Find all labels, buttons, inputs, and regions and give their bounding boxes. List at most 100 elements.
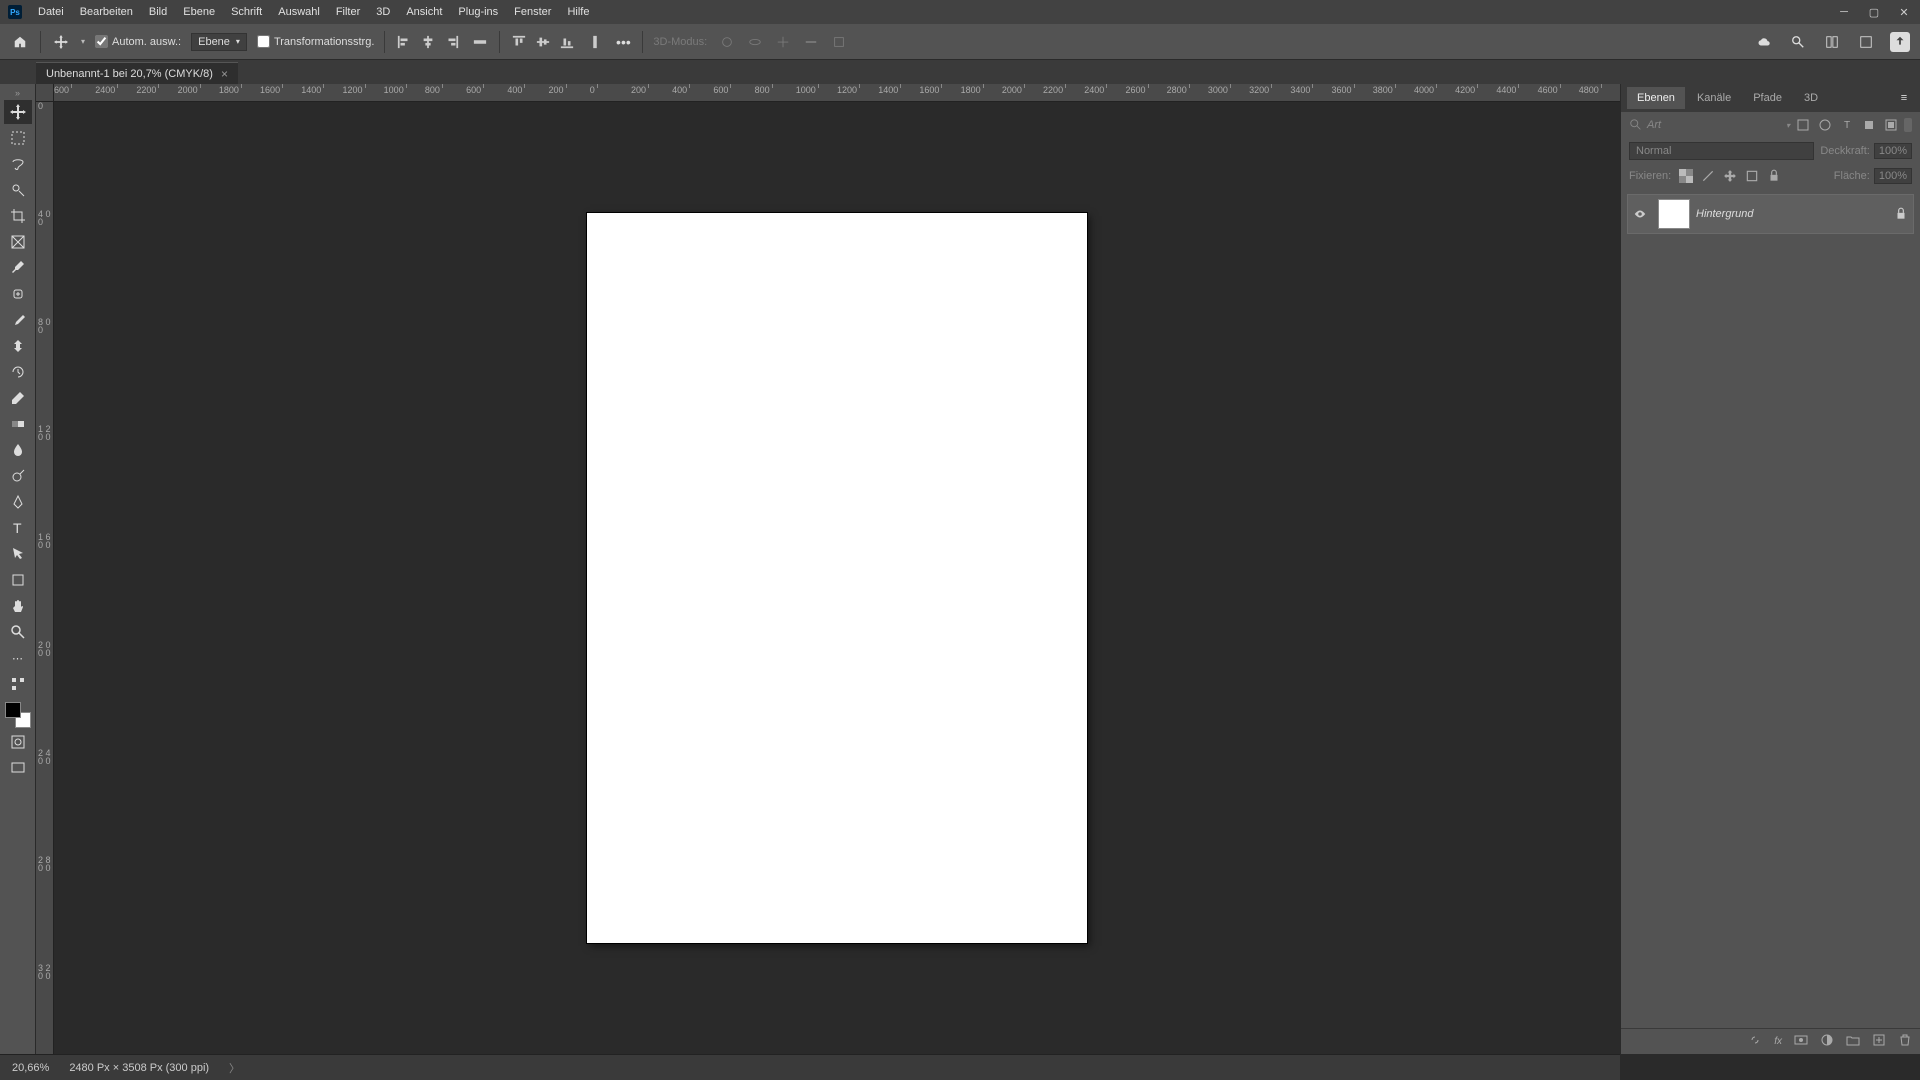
zoom-level[interactable]: 20,66% [12, 1062, 49, 1074]
align-right-icon[interactable] [443, 33, 461, 51]
layer-name[interactable]: Hintergrund [1696, 208, 1889, 220]
share-icon[interactable] [1890, 32, 1910, 52]
edit-toolbar-icon[interactable] [4, 672, 32, 696]
delete-layer-icon[interactable] [1898, 1033, 1912, 1050]
fill-input[interactable]: 100% [1874, 168, 1912, 184]
status-more-icon[interactable]: 〉 [229, 1060, 240, 1076]
layer-visibility-icon[interactable] [1628, 207, 1652, 221]
lock-position-icon[interactable] [1723, 169, 1737, 183]
hand-tool[interactable] [4, 594, 32, 618]
close-icon[interactable]: ✕ [1896, 4, 1912, 20]
menu-schrift[interactable]: Schrift [223, 2, 270, 22]
layer-filter-dropdown[interactable]: Art ▾ [1629, 118, 1790, 132]
menu-plugins[interactable]: Plug-ins [450, 2, 506, 22]
filter-type-icon[interactable]: T [1840, 118, 1854, 132]
menu-ebene[interactable]: Ebene [175, 2, 223, 22]
dodge-tool[interactable] [4, 464, 32, 488]
vertical-ruler[interactable]: 04 0 08 0 01 2 0 01 6 0 02 0 0 02 4 0 02… [36, 102, 54, 1054]
filter-pixel-icon[interactable] [1796, 118, 1810, 132]
screen-mode-icon[interactable] [4, 756, 32, 780]
brush-tool[interactable] [4, 308, 32, 332]
lock-transparency-icon[interactable] [1679, 169, 1693, 183]
move-tool-icon[interactable] [51, 32, 71, 52]
menu-hilfe[interactable]: Hilfe [559, 2, 597, 22]
align-center-h-icon[interactable] [419, 33, 437, 51]
gradient-tool[interactable] [4, 412, 32, 436]
tab-close-icon[interactable]: × [221, 67, 228, 81]
auto-select-checkbox[interactable]: Autom. ausw.: [95, 35, 181, 48]
blend-mode-dropdown[interactable]: Normal [1629, 142, 1814, 160]
blur-tool[interactable] [4, 438, 32, 462]
move-tool-chevron-icon[interactable]: ▾ [81, 37, 85, 46]
opacity-input[interactable]: 100% [1874, 143, 1912, 159]
layer-locked-icon[interactable] [1889, 207, 1913, 221]
align-center-v-icon[interactable] [534, 33, 552, 51]
layer-row[interactable]: Hintergrund [1627, 194, 1914, 234]
distribute-h-icon[interactable] [471, 33, 489, 51]
align-top-icon[interactable] [510, 33, 528, 51]
filter-adjust-icon[interactable] [1818, 118, 1832, 132]
more-tools-icon[interactable]: ⋯ [4, 646, 32, 670]
filter-shape-icon[interactable] [1862, 118, 1876, 132]
lock-artboard-icon[interactable] [1745, 169, 1759, 183]
home-icon[interactable] [10, 32, 30, 52]
distribute-v-icon[interactable] [586, 33, 604, 51]
menu-3d[interactable]: 3D [368, 2, 398, 22]
transform-controls-input[interactable] [257, 35, 270, 48]
crop-tool[interactable] [4, 204, 32, 228]
filter-toggle-switch[interactable] [1904, 118, 1912, 132]
move-tool[interactable] [4, 100, 32, 124]
lock-all-icon[interactable] [1767, 169, 1781, 183]
arrange-docs-icon[interactable] [1822, 32, 1842, 52]
new-group-icon[interactable] [1846, 1033, 1860, 1050]
color-swatches[interactable] [5, 702, 31, 728]
auto-select-target-dropdown[interactable]: Ebene ▾ [191, 33, 247, 51]
panel-menu-icon[interactable]: ≡ [1894, 88, 1914, 108]
filter-smart-icon[interactable] [1884, 118, 1898, 132]
minimize-icon[interactable]: ─ [1836, 4, 1852, 20]
zoom-tool[interactable] [4, 620, 32, 644]
marquee-tool[interactable] [4, 126, 32, 150]
eraser-tool[interactable] [4, 386, 32, 410]
type-tool[interactable]: T [4, 516, 32, 540]
foreground-color-swatch[interactable] [5, 702, 21, 718]
spot-heal-tool[interactable] [4, 282, 32, 306]
clone-stamp-tool[interactable] [4, 334, 32, 358]
menu-filter[interactable]: Filter [328, 2, 368, 22]
search-icon[interactable] [1788, 32, 1808, 52]
shape-tool[interactable] [4, 568, 32, 592]
tab-kanaele[interactable]: Kanäle [1687, 87, 1741, 109]
document-tab[interactable]: Unbenannt-1 bei 20,7% (CMYK/8) × [36, 62, 238, 84]
canvas-viewport[interactable] [54, 102, 1620, 1054]
maximize-icon[interactable]: ▢ [1866, 4, 1882, 20]
path-select-tool[interactable] [4, 542, 32, 566]
quick-mask-icon[interactable] [4, 730, 32, 754]
new-layer-icon[interactable] [1872, 1033, 1886, 1050]
quick-select-tool[interactable] [4, 178, 32, 202]
document-canvas[interactable] [587, 213, 1087, 943]
layer-fx-icon[interactable]: fx [1774, 1036, 1782, 1047]
history-brush-tool[interactable] [4, 360, 32, 384]
ruler-origin[interactable] [36, 84, 54, 102]
adjustment-layer-icon[interactable] [1820, 1033, 1834, 1050]
lasso-tool[interactable] [4, 152, 32, 176]
menu-fenster[interactable]: Fenster [506, 2, 559, 22]
menu-bild[interactable]: Bild [141, 2, 175, 22]
menu-auswahl[interactable]: Auswahl [270, 2, 328, 22]
auto-select-input[interactable] [95, 35, 108, 48]
menu-bearbeiten[interactable]: Bearbeiten [72, 2, 141, 22]
menu-ansicht[interactable]: Ansicht [398, 2, 450, 22]
cloud-docs-icon[interactable] [1754, 32, 1774, 52]
tab-3d[interactable]: 3D [1794, 87, 1828, 109]
doc-dimensions[interactable]: 2480 Px × 3508 Px (300 ppi) [69, 1062, 209, 1074]
link-layers-icon[interactable] [1748, 1033, 1762, 1050]
align-left-icon[interactable] [395, 33, 413, 51]
frame-tool[interactable] [4, 230, 32, 254]
layer-thumbnail[interactable] [1658, 199, 1690, 229]
more-align-icon[interactable]: ••• [614, 33, 632, 51]
lock-pixels-icon[interactable] [1701, 169, 1715, 183]
layer-mask-icon[interactable] [1794, 1033, 1808, 1050]
horizontal-ruler[interactable]: 6002400220020001800160014001200100080060… [54, 84, 1620, 102]
align-bottom-icon[interactable] [558, 33, 576, 51]
workspace-switcher-icon[interactable] [1856, 32, 1876, 52]
